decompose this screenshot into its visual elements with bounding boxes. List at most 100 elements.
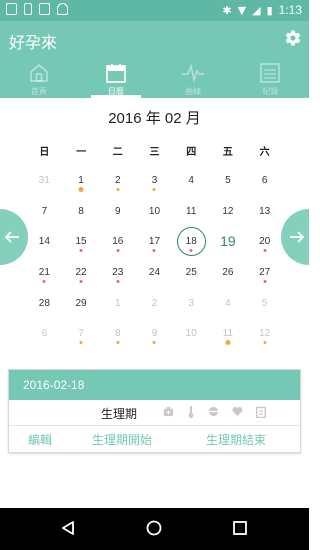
day-number: 21 xyxy=(38,267,50,279)
period-dot-icon xyxy=(79,249,83,253)
calendar-day[interactable]: 25 xyxy=(173,256,210,287)
recents-icon[interactable] xyxy=(232,520,248,536)
calendar-day[interactable]: 21 xyxy=(26,256,63,287)
fertile-dot-icon xyxy=(152,341,156,345)
calendar-day[interactable]: 1 xyxy=(99,287,136,318)
tab-calendar-label: 日曆 xyxy=(107,87,124,96)
calendar-day[interactable]: 10 xyxy=(136,195,173,226)
status-time: 1:13 xyxy=(278,3,302,17)
calendar-day[interactable]: 15 xyxy=(63,225,100,256)
edit-button[interactable]: 編輯 xyxy=(28,431,52,448)
calendar-day[interactable]: 9 xyxy=(136,317,173,348)
calendar-day[interactable]: 9 xyxy=(99,195,136,226)
day-number: 6 xyxy=(41,328,48,340)
day-number: 8 xyxy=(78,205,84,217)
wifi-icon: ▼ xyxy=(237,3,247,17)
day-number: 11 xyxy=(222,328,234,340)
calendar-day[interactable]: 3 xyxy=(136,164,173,195)
period-end-button[interactable]: 生理期結束 xyxy=(206,431,266,448)
day-number: 24 xyxy=(148,267,161,279)
calendar-day[interactable]: 4 xyxy=(173,164,210,195)
calendar-day[interactable]: 8 xyxy=(99,317,136,348)
calendar-day[interactable]: 27 xyxy=(246,256,283,287)
day-number: 2 xyxy=(151,297,158,309)
calendar-day[interactable]: 11 xyxy=(173,195,210,226)
calendar-day[interactable]: 13 xyxy=(246,195,283,226)
calendar-day[interactable]: 6 xyxy=(26,317,63,348)
back-icon[interactable] xyxy=(60,520,76,536)
tab-chart[interactable]: 曲線 xyxy=(155,57,232,98)
calendar-day[interactable]: 2 xyxy=(136,287,173,318)
calendar-day[interactable]: 6 xyxy=(246,164,283,195)
calendar-day[interactable]: 12 xyxy=(246,317,283,348)
calendar-day[interactable]: 8 xyxy=(63,195,100,226)
period-start-button[interactable]: 生理期開始 xyxy=(92,431,152,448)
home-icon xyxy=(29,64,48,82)
calendar-day[interactable]: 16 xyxy=(99,225,136,256)
day-number: 9 xyxy=(151,328,158,340)
day-number: 4 xyxy=(188,175,194,186)
record-list-icon xyxy=(260,63,281,83)
tab-bar: 首頁 日曆 曲線 紀錄 xyxy=(0,57,309,98)
calendar-day[interactable]: 7 xyxy=(26,195,63,226)
home-circle-icon[interactable] xyxy=(146,520,162,536)
day-number: 6 xyxy=(261,175,268,186)
period-dot-icon xyxy=(42,280,46,284)
day-number: 12 xyxy=(259,328,271,340)
calendar-day[interactable]: 24 xyxy=(136,256,173,287)
weekday-header: 日一二三四五六 xyxy=(26,143,283,158)
record-icons xyxy=(163,406,266,418)
tab-home[interactable]: 首頁 xyxy=(0,57,77,98)
day-number: 27 xyxy=(259,267,271,279)
calendar-day[interactable]: 28 xyxy=(26,287,63,318)
calendar-day[interactable]: 20 xyxy=(246,225,283,256)
calendar-day[interactable]: 5 xyxy=(210,164,247,195)
image-notification-icon xyxy=(39,3,50,15)
heart-icon[interactable] xyxy=(232,406,243,417)
calendar-day[interactable]: 5 xyxy=(246,287,283,318)
period-actions: 編輯 生理期開始 生理期結束 xyxy=(9,426,300,452)
battery-icon: ▮ xyxy=(266,3,273,17)
calendar-day[interactable]: 3 xyxy=(173,287,210,318)
tab-home-label: 首頁 xyxy=(30,87,47,96)
calendar-day-today[interactable]: 19 xyxy=(210,225,247,256)
calendar-day[interactable]: 29 xyxy=(63,287,100,318)
calendar-day[interactable]: 1 xyxy=(63,164,100,195)
day-number: 10 xyxy=(185,328,197,340)
day-number: 9 xyxy=(115,205,121,217)
medical-kit-icon[interactable] xyxy=(163,406,174,417)
calendar-day[interactable]: 12 xyxy=(210,195,247,226)
calendar-day-selected[interactable]: 18 xyxy=(173,225,210,257)
day-number: 8 xyxy=(115,328,121,340)
day-number: 15 xyxy=(75,236,87,248)
calendar-day[interactable]: 22 xyxy=(63,256,100,287)
next-month-button[interactable] xyxy=(281,209,309,265)
weekday-label: 二 xyxy=(112,147,123,158)
tab-records[interactable]: 紀錄 xyxy=(232,57,309,98)
thermometer-icon[interactable] xyxy=(187,406,195,418)
previous-month-button[interactable] xyxy=(0,209,28,265)
calendar-day[interactable]: 23 xyxy=(99,256,136,287)
weekday-label: 五 xyxy=(222,147,233,158)
gear-icon[interactable] xyxy=(284,29,302,47)
calendar-day[interactable]: 26 xyxy=(210,256,247,287)
day-number: 17 xyxy=(148,236,161,248)
calendar-day[interactable]: 17 xyxy=(136,225,173,256)
clipboard-icon[interactable] xyxy=(256,406,266,418)
day-number: 22 xyxy=(75,267,87,279)
day-number: 11 xyxy=(186,205,197,217)
calendar-day[interactable]: 14 xyxy=(26,225,63,256)
calendar-day[interactable]: 2 xyxy=(99,164,136,195)
calendar-day[interactable]: 31 xyxy=(26,164,63,195)
calendar-day[interactable]: 4 xyxy=(210,287,247,318)
calendar-day[interactable]: 7 xyxy=(63,317,100,348)
calendar-day[interactable]: 10 xyxy=(173,317,210,348)
pill-icon[interactable] xyxy=(208,406,219,417)
day-number: 3 xyxy=(188,297,194,309)
fertile-dot-icon xyxy=(79,341,83,345)
calendar-day[interactable]: 11 xyxy=(210,317,247,348)
app-title: 好孕來 xyxy=(9,33,58,52)
tab-calendar[interactable]: 日曆 xyxy=(77,57,154,98)
fertile-dot-icon xyxy=(152,188,156,191)
tab-chart-label: 曲線 xyxy=(185,87,202,96)
